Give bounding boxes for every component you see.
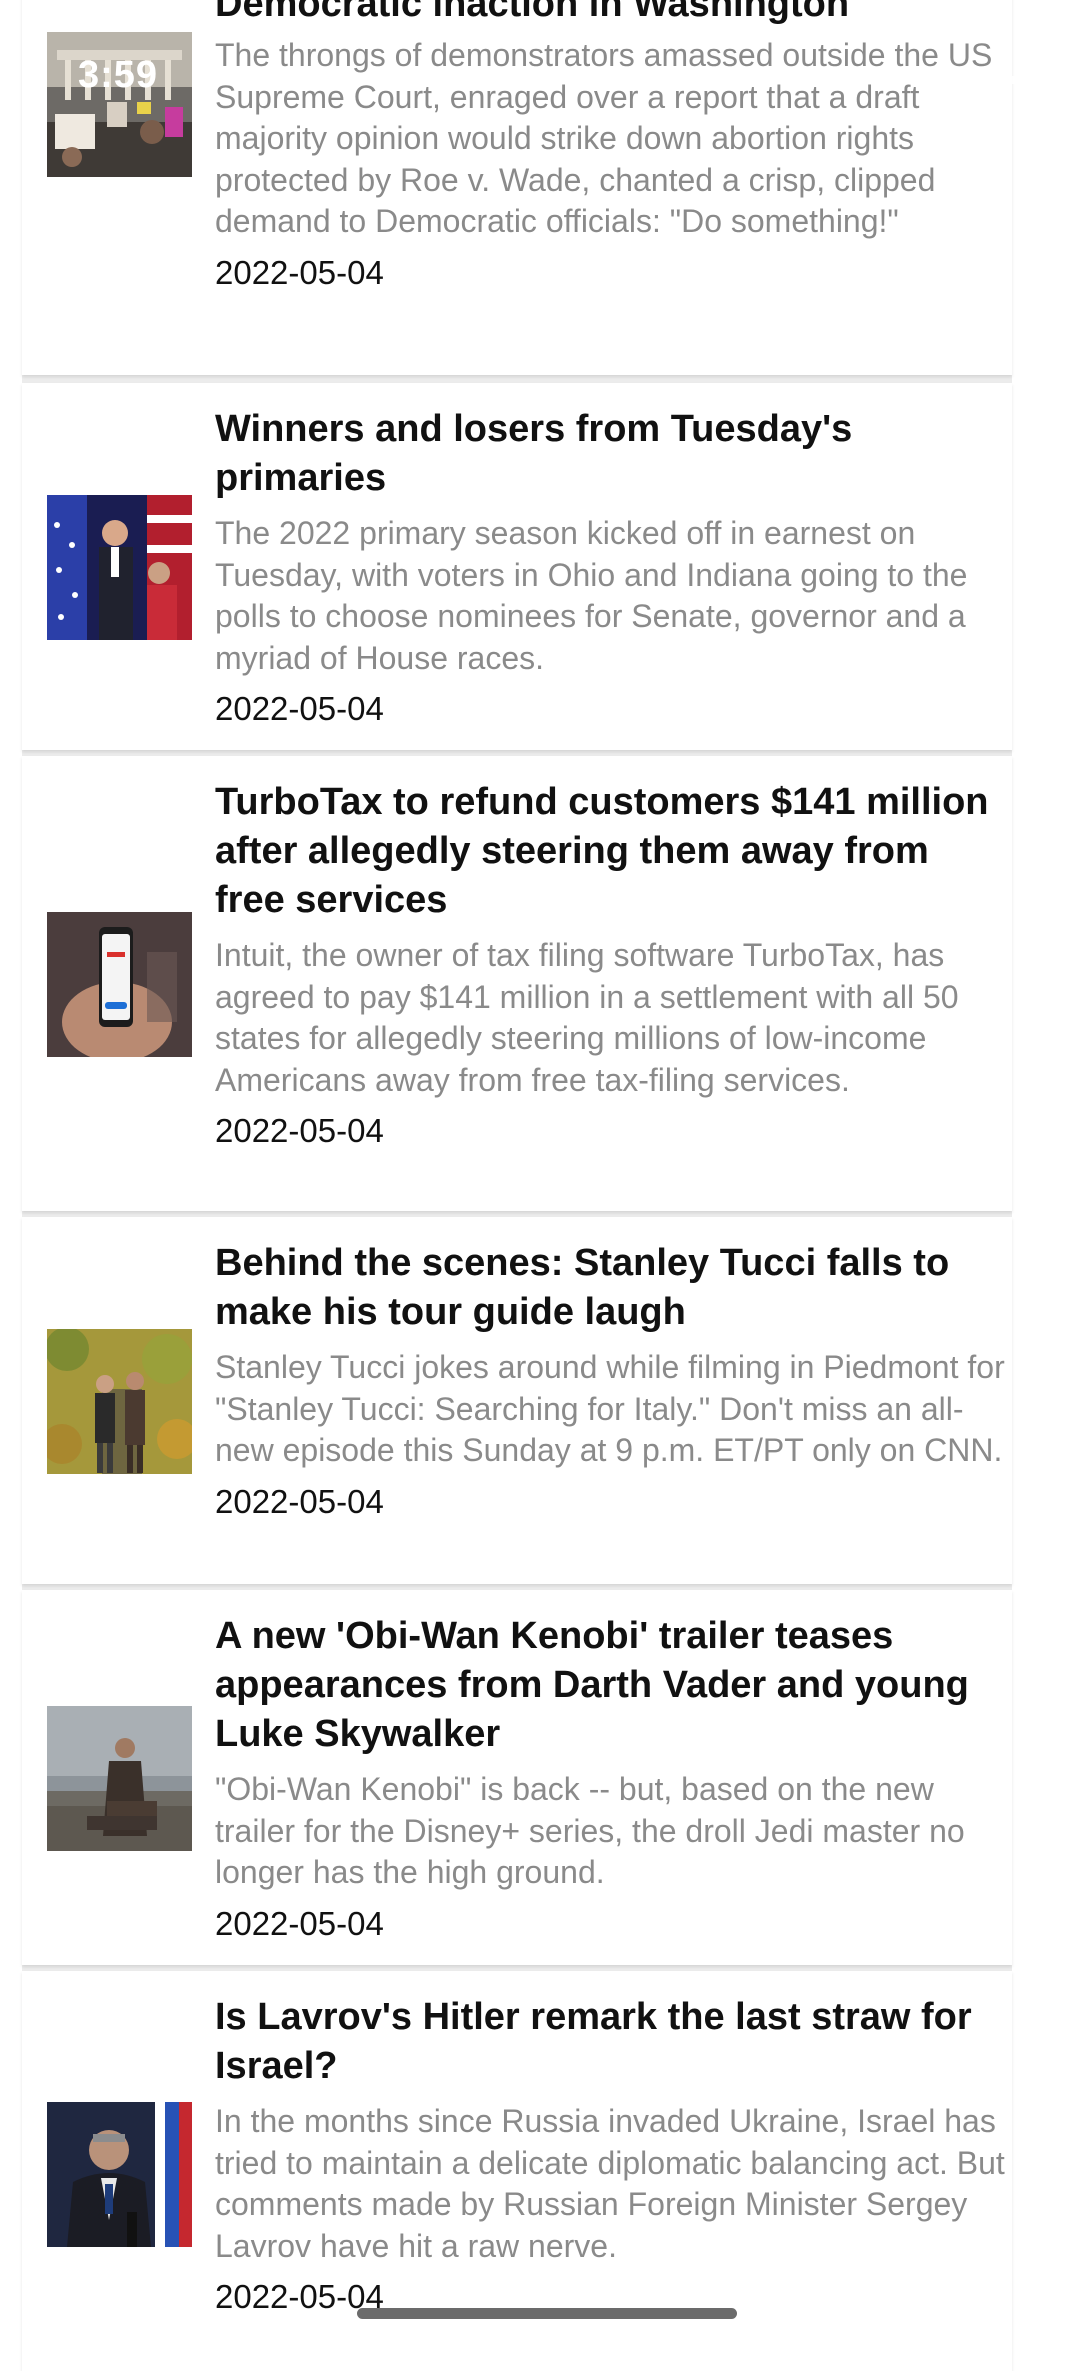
article-thumbnail — [47, 1706, 192, 1851]
article-date: 2022-05-04 — [215, 253, 384, 291]
article-thumbnail — [47, 2102, 192, 2247]
article-description: In the months since Russia invaded Ukrai… — [215, 2103, 1005, 2264]
article-title[interactable]: Democratic inaction in Washington — [215, 0, 1005, 29]
phone-in-hand-photo-icon — [47, 912, 192, 1057]
article-card[interactable]: Democratic inaction in Washington The th… — [22, 0, 1012, 375]
minister-podium-photo-icon — [47, 2102, 192, 2247]
article-card[interactable]: Behind the scenes: Stanley Tucci falls t… — [22, 1217, 1012, 1584]
news-feed[interactable]: Democratic inaction in Washington The th… — [22, 0, 1012, 2371]
article-title[interactable]: TurboTax to refund customers $141 millio… — [215, 778, 1005, 925]
article-card[interactable]: A new 'Obi-Wan Kenobi' trailer teases ap… — [22, 1590, 1012, 1965]
article-thumbnail — [47, 912, 192, 1057]
home-indicator[interactable] — [357, 2308, 737, 2319]
article-date: 2022-05-04 — [215, 690, 384, 727]
status-bar-indicators-icon — [980, 76, 1038, 84]
desert-rider-photo-icon — [47, 1706, 192, 1851]
status-bar-time: 3:59 — [78, 54, 159, 96]
article-description: "Obi-Wan Kenobi" is back -- but, based o… — [215, 1771, 965, 1890]
candidate-stage-photo-icon — [47, 495, 192, 640]
vineyard-walk-photo-icon — [47, 1329, 192, 1474]
article-description: The 2022 primary season kicked off in ea… — [215, 515, 968, 676]
article-card[interactable]: TurboTax to refund customers $141 millio… — [22, 756, 1012, 1211]
article-date: 2022-05-04 — [215, 1904, 384, 1942]
article-thumbnail — [47, 495, 192, 640]
article-description: Stanley Tucci jokes around while filming… — [215, 1349, 1005, 1468]
article-thumbnail — [47, 1329, 192, 1474]
article-title[interactable]: Winners and losers from Tuesday's primar… — [215, 405, 1005, 503]
article-card[interactable]: Winners and losers from Tuesday's primar… — [22, 383, 1012, 750]
article-date: 2022-05-04 — [215, 1482, 384, 1520]
article-title[interactable]: Is Lavrov's Hitler remark the last straw… — [215, 1993, 1005, 2091]
article-description: Intuit, the owner of tax filing software… — [215, 937, 959, 1098]
article-date: 2022-05-04 — [215, 1112, 384, 1149]
article-title[interactable]: A new 'Obi-Wan Kenobi' trailer teases ap… — [215, 1612, 1005, 1759]
article-description: The throngs of demonstrators amassed out… — [215, 37, 993, 239]
article-title[interactable]: Behind the scenes: Stanley Tucci falls t… — [215, 1239, 1005, 1337]
